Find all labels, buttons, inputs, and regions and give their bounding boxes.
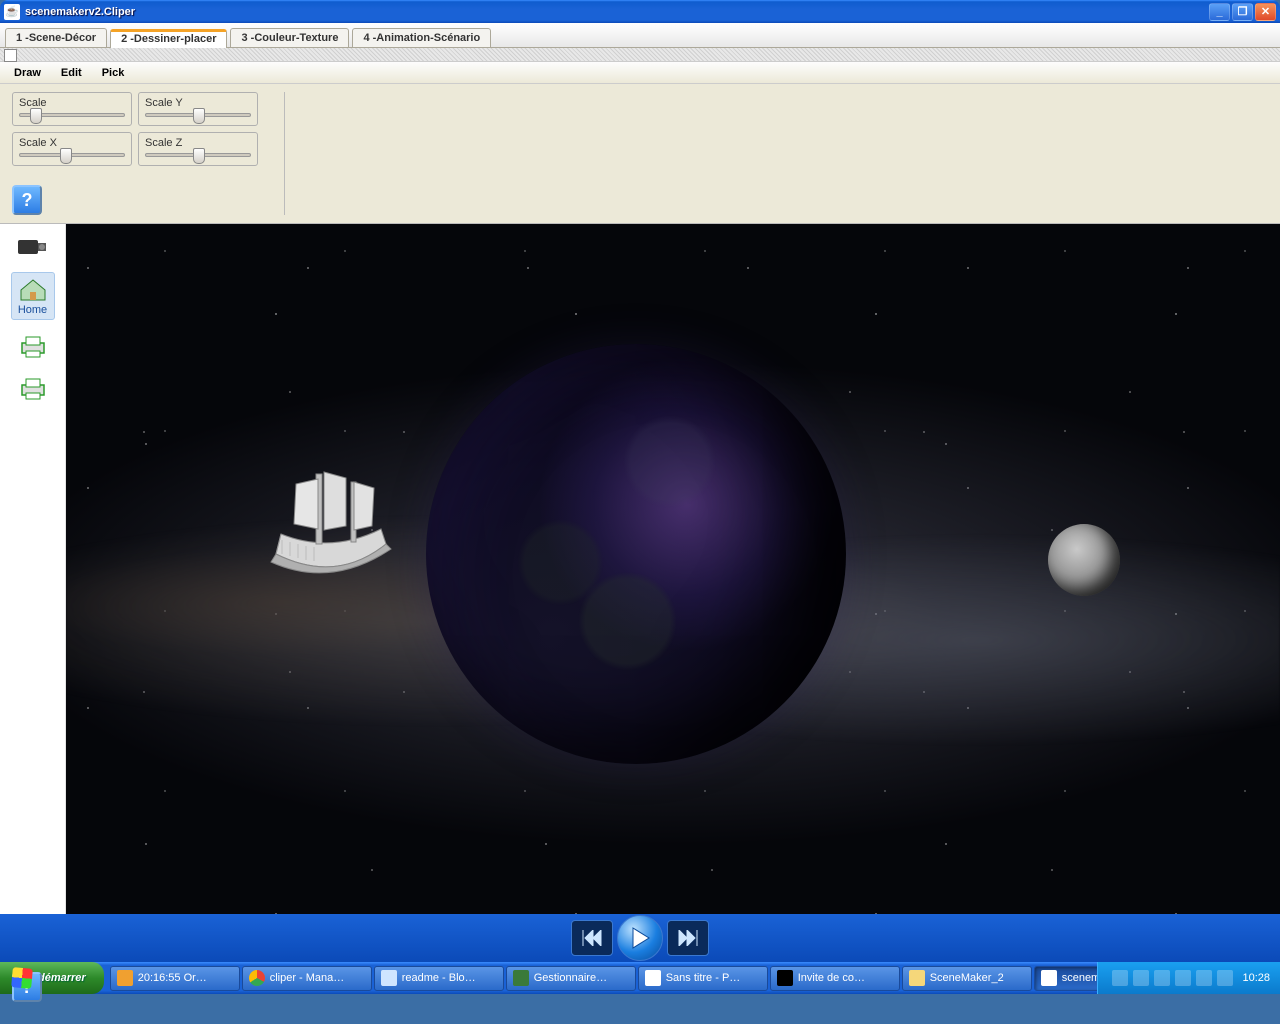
minimize-button[interactable]: _ <box>1209 3 1230 21</box>
tray-icon[interactable] <box>1154 970 1170 986</box>
print-tool-2[interactable] <box>11 372 55 404</box>
panel-separator <box>284 92 285 215</box>
printer-icon <box>16 333 50 359</box>
java-icon: ☕ <box>4 4 20 20</box>
menubar: Draw Edit Pick <box>0 62 1280 84</box>
cmd-icon <box>777 970 793 986</box>
chrome-icon <box>249 970 265 986</box>
menu-draw[interactable]: Draw <box>6 65 49 81</box>
task-item[interactable]: cliper - Mana… <box>242 966 372 991</box>
workspace: Home ? <box>0 224 1280 914</box>
task-item[interactable]: SceneMaker_2 <box>902 966 1032 991</box>
slider-scale-y-track[interactable] <box>145 113 251 117</box>
moon-object[interactable] <box>1048 524 1120 596</box>
slider-scale-track[interactable] <box>19 113 125 117</box>
taskbar-items: 20:16:55 Or… cliper - Mana… readme - Blo… <box>104 962 1098 994</box>
printer-icon <box>16 375 50 401</box>
next-button[interactable] <box>667 920 709 956</box>
left-toolbar: Home ? <box>0 224 66 914</box>
menu-pick[interactable]: Pick <box>94 65 133 81</box>
toolbar-grip[interactable] <box>0 48 1280 62</box>
slider-scale-x-label: Scale X <box>19 137 125 149</box>
window-titlebar: ☕ scenemakerv2.Cliper _ ❐ ✕ <box>0 0 1280 23</box>
task-item[interactable]: scenemakerv… <box>1034 966 1098 991</box>
windows-taskbar: démarrer 20:16:55 Or… cliper - Mana… rea… <box>0 962 1280 994</box>
play-button[interactable] <box>617 915 663 961</box>
print-tool-1[interactable] <box>11 330 55 362</box>
earth-object[interactable] <box>426 344 846 764</box>
camera-tool[interactable] <box>11 230 55 262</box>
close-button[interactable]: ✕ <box>1255 3 1276 21</box>
slider-scale-z: Scale Z <box>138 132 258 166</box>
task-item[interactable]: readme - Blo… <box>374 966 504 991</box>
task-item[interactable]: Gestionnaire… <box>506 966 636 991</box>
tray-icon[interactable] <box>1133 970 1149 986</box>
system-tray[interactable]: 10:28 <box>1097 962 1280 994</box>
slider-scale-x: Scale X <box>12 132 132 166</box>
tool-panel: Scale Scale Y Scale X Scale Z ? <box>0 84 1280 224</box>
prev-button[interactable] <box>571 920 613 956</box>
home-tool-label: Home <box>18 304 47 316</box>
paint-icon <box>645 970 661 986</box>
notepad-icon <box>381 970 397 986</box>
play-icon <box>630 927 650 949</box>
java-icon <box>1041 970 1057 986</box>
help-button[interactable]: ? <box>12 185 42 215</box>
tray-icon[interactable] <box>1217 970 1233 986</box>
camera-icon <box>16 233 50 259</box>
ship-object[interactable] <box>246 434 426 614</box>
tray-icon[interactable] <box>1196 970 1212 986</box>
tab-animation-scenario[interactable]: 4 -Animation-Scénario <box>352 28 491 47</box>
slider-scale-x-track[interactable] <box>19 153 125 157</box>
slider-scale-y: Scale Y <box>138 92 258 126</box>
slider-scale-z-track[interactable] <box>145 153 251 157</box>
main-tabstrip: 1 -Scene-Décor 2 -Dessiner-placer 3 -Cou… <box>0 23 1280 48</box>
folder-icon <box>909 970 925 986</box>
skip-back-icon <box>581 930 603 946</box>
app-icon <box>117 970 133 986</box>
tab-couleur-texture[interactable]: 3 -Couleur-Texture <box>230 28 349 47</box>
tray-icon[interactable] <box>1112 970 1128 986</box>
tray-icon[interactable] <box>1175 970 1191 986</box>
slider-thumb[interactable] <box>30 108 42 124</box>
tab-dessiner-placer[interactable]: 2 -Dessiner-placer <box>110 29 227 48</box>
task-item[interactable]: Sans titre - P… <box>638 966 768 991</box>
tab-scene-decor[interactable]: 1 -Scene-Décor <box>5 28 107 47</box>
maximize-button[interactable]: ❐ <box>1232 3 1253 21</box>
skip-forward-icon <box>677 930 699 946</box>
task-item[interactable]: 20:16:55 Or… <box>110 966 240 991</box>
tray-clock: 10:28 <box>1242 972 1270 984</box>
slider-scale: Scale <box>12 92 132 126</box>
menu-edit[interactable]: Edit <box>53 65 90 81</box>
home-tool[interactable]: Home <box>11 272 55 320</box>
slider-thumb[interactable] <box>193 148 205 164</box>
window-title: scenemakerv2.Cliper <box>25 6 1209 18</box>
task-item[interactable]: Invite de co… <box>770 966 900 991</box>
3d-viewport[interactable] <box>66 224 1280 914</box>
home-icon <box>16 276 50 302</box>
slider-thumb[interactable] <box>60 148 72 164</box>
slider-thumb[interactable] <box>193 108 205 124</box>
playback-bar <box>0 914 1280 962</box>
taskmgr-icon <box>513 970 529 986</box>
